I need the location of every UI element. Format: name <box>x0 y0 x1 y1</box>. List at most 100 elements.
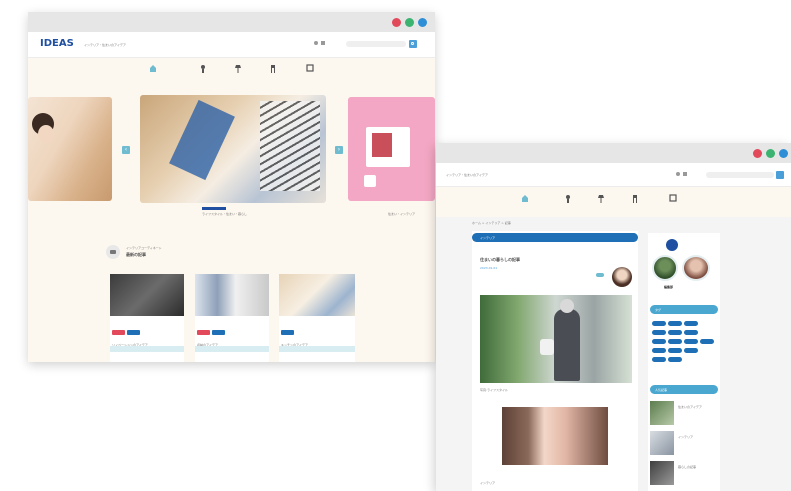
slide-left[interactable] <box>28 97 112 201</box>
tag-pill[interactable] <box>652 348 666 353</box>
card-footer <box>110 346 184 352</box>
nav-item-3[interactable] <box>221 64 255 75</box>
close-button[interactable] <box>753 149 762 158</box>
cart-icon[interactable] <box>683 172 687 176</box>
profile-logo-icon <box>666 239 678 251</box>
section-badge-icon <box>106 245 120 259</box>
tag-pill[interactable] <box>652 357 666 362</box>
window-titlebar <box>28 12 435 32</box>
card-tags <box>195 316 269 343</box>
profile-avatar-1[interactable] <box>652 255 678 281</box>
tag-pill[interactable] <box>668 357 682 362</box>
tag-pill[interactable] <box>668 330 682 335</box>
tag-blue[interactable] <box>127 330 140 335</box>
slide-right[interactable] <box>348 97 435 201</box>
author-avatar[interactable] <box>612 267 632 287</box>
popular-header: 人気記事 <box>650 385 718 394</box>
tag-pill[interactable] <box>684 348 698 353</box>
share-icon[interactable] <box>596 273 604 277</box>
slide-center[interactable] <box>140 95 326 203</box>
stripe-fabric <box>260 101 320 191</box>
article-card-1[interactable]: リノベーションのアイデア <box>110 274 184 362</box>
article-photo <box>480 295 632 383</box>
article-date: 2023.01.01 <box>480 266 498 270</box>
nav-item-1[interactable] <box>508 194 542 205</box>
search-input[interactable] <box>346 41 406 47</box>
person-figure <box>554 309 580 381</box>
header-icons <box>676 172 690 176</box>
popular-item[interactable]: 住まいのアイデア <box>650 401 720 427</box>
search-button[interactable] <box>776 171 784 179</box>
profile-name: 編集部 <box>664 285 674 289</box>
search-icon <box>411 42 414 45</box>
slide-caption: ライフスタイル・住まい・暮らし <box>202 212 248 216</box>
tag-pill[interactable] <box>668 348 682 353</box>
maximize-button[interactable] <box>779 149 788 158</box>
lamp-icon <box>235 65 241 73</box>
nav-item-3[interactable] <box>584 194 618 205</box>
nav-item-2[interactable] <box>551 194 585 205</box>
card-image <box>195 274 269 316</box>
carousel-prev-button[interactable]: ‹ <box>122 146 130 154</box>
maximize-button[interactable] <box>418 18 427 27</box>
tag-blue[interactable] <box>281 330 294 335</box>
site-logo[interactable]: IDEAS <box>40 38 74 49</box>
carousel-next-button[interactable]: › <box>335 146 343 154</box>
card-tags <box>110 316 184 343</box>
section-subtitle: インテリアコーディネート <box>126 246 162 250</box>
popular-thumb <box>650 461 674 485</box>
popular-thumb <box>650 401 674 425</box>
article-photo-2 <box>502 407 608 465</box>
tag-pill[interactable] <box>684 330 698 335</box>
nav-item-4[interactable] <box>618 194 652 205</box>
header-icons <box>314 41 328 45</box>
tag-red[interactable] <box>112 330 125 335</box>
tag-pill[interactable] <box>652 330 666 335</box>
site-header: IDEAS インテリア・住まいのアイデア <box>28 32 435 58</box>
popular-item[interactable]: 暮らしの記事 <box>650 461 720 487</box>
article-card-3[interactable]: キッチンのアイデア <box>279 274 355 362</box>
search-input[interactable] <box>706 172 774 178</box>
promo-badge-icon <box>364 175 376 187</box>
tag-blue[interactable] <box>212 330 225 335</box>
section-title: 最新の記事 <box>126 252 146 257</box>
article-main: インテリア 住まいの暮らしの記事 2023.01.01 写真:ライフスタイル イ… <box>472 231 638 491</box>
minimize-button[interactable] <box>766 149 775 158</box>
interior-icon <box>201 65 205 73</box>
user-icon[interactable] <box>676 172 680 176</box>
tags-header-label: タグ <box>655 308 662 312</box>
popular-header-label: 人気記事 <box>655 388 668 392</box>
browser-window-article: インテリア・住まいのアイデア ホーム > インテリア > 記事 インテリア 住ま… <box>436 143 791 491</box>
tag-pill[interactable] <box>700 339 714 344</box>
close-button[interactable] <box>392 18 401 27</box>
article-card-2[interactable]: 収納のアイデア <box>195 274 269 362</box>
nav-item-4[interactable] <box>256 64 290 75</box>
nav-item-5[interactable] <box>293 64 327 75</box>
home-icon <box>522 195 528 202</box>
tag-pill[interactable] <box>684 321 698 326</box>
tag-pill[interactable] <box>684 339 698 344</box>
popular-item[interactable]: インテリア <box>650 431 720 457</box>
minimize-button[interactable] <box>405 18 414 27</box>
tag-pill[interactable] <box>668 339 682 344</box>
right-caption: 住まい・インテリア <box>388 212 416 216</box>
carousel-indicator[interactable] <box>202 207 226 210</box>
tag-pill[interactable] <box>652 339 666 344</box>
person-head <box>560 299 574 313</box>
user-icon[interactable] <box>314 41 318 45</box>
article-header-bar: インテリア <box>472 233 638 242</box>
nav-item-2[interactable] <box>186 64 220 75</box>
nav-item-1[interactable] <box>136 64 170 75</box>
search-button[interactable] <box>409 40 417 48</box>
interior-icon <box>566 195 570 203</box>
window-titlebar <box>436 143 791 163</box>
site-subtitle: インテリア・住まいのアイデア <box>446 173 488 177</box>
nav-item-5[interactable] <box>656 194 690 205</box>
tag-pill[interactable] <box>652 321 666 326</box>
cart-icon[interactable] <box>321 41 325 45</box>
profile-avatar-2[interactable] <box>682 255 710 281</box>
photo-caption: 写真:ライフスタイル <box>480 388 509 392</box>
tag-pill[interactable] <box>668 321 682 326</box>
tag-red[interactable] <box>197 330 210 335</box>
popular-title: 住まいのアイデア <box>678 405 702 409</box>
